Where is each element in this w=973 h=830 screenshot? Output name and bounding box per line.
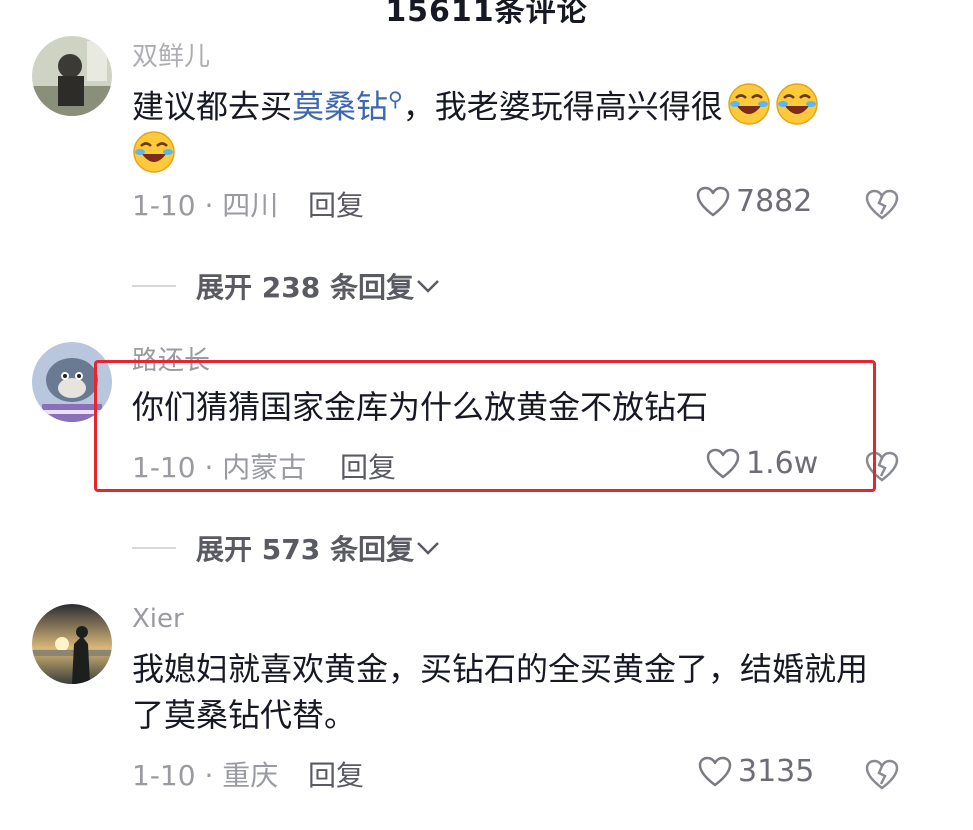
- username[interactable]: Xier: [132, 604, 184, 634]
- comment-text: 我媳妇就喜欢黄金，买钻石的全买黄金了，结婚就用了莫桑钻代替。: [132, 650, 869, 734]
- heart-icon: [698, 756, 732, 786]
- laughing-crying-emoji-icon: [727, 82, 770, 125]
- comment-text-part: 建议都去买: [132, 87, 293, 126]
- like-button[interactable]: 7882: [696, 184, 812, 219]
- comment-date-location: 1-10 · 四川: [132, 189, 279, 222]
- comment-text: 建议都去买莫桑钻⚲，我老婆玩得高兴得很: [132, 76, 902, 178]
- comment-text-part: ，我老婆玩得高兴得很: [402, 87, 723, 126]
- chevron-down-icon: [417, 280, 439, 293]
- username[interactable]: 双鲜儿: [132, 36, 210, 73]
- keyword-link[interactable]: 莫桑钻: [292, 88, 388, 126]
- like-count: 3135: [738, 754, 815, 789]
- dislike-icon[interactable]: [864, 756, 900, 792]
- laughing-crying-emoji-icon: [133, 130, 175, 173]
- comment-date-location: 1-10 · 重庆: [132, 759, 279, 792]
- expand-replies-label: 展开 238 条回复: [196, 271, 414, 304]
- divider-line: [132, 285, 176, 287]
- expand-replies-label: 展开 573 条回复: [196, 533, 414, 566]
- reply-button[interactable]: 回复: [308, 754, 364, 794]
- heart-icon: [696, 186, 730, 216]
- avatar[interactable]: [32, 604, 112, 684]
- chevron-down-icon: [417, 542, 439, 555]
- avatar[interactable]: [32, 36, 112, 116]
- divider-line: [132, 547, 176, 549]
- reply-button[interactable]: 回复: [308, 184, 364, 224]
- dislike-icon[interactable]: [864, 186, 900, 222]
- like-button[interactable]: 3135: [698, 754, 814, 789]
- laughing-crying-emoji-icon: [775, 82, 818, 125]
- highlight-box: [94, 360, 876, 492]
- expand-replies-button[interactable]: 展开 573 条回复: [132, 528, 442, 568]
- search-icon[interactable]: ⚲: [388, 87, 403, 111]
- like-count: 7882: [736, 184, 813, 219]
- expand-replies-button[interactable]: 展开 238 条回复: [132, 266, 442, 306]
- comment-count-title: 15611条评论: [385, 0, 588, 29]
